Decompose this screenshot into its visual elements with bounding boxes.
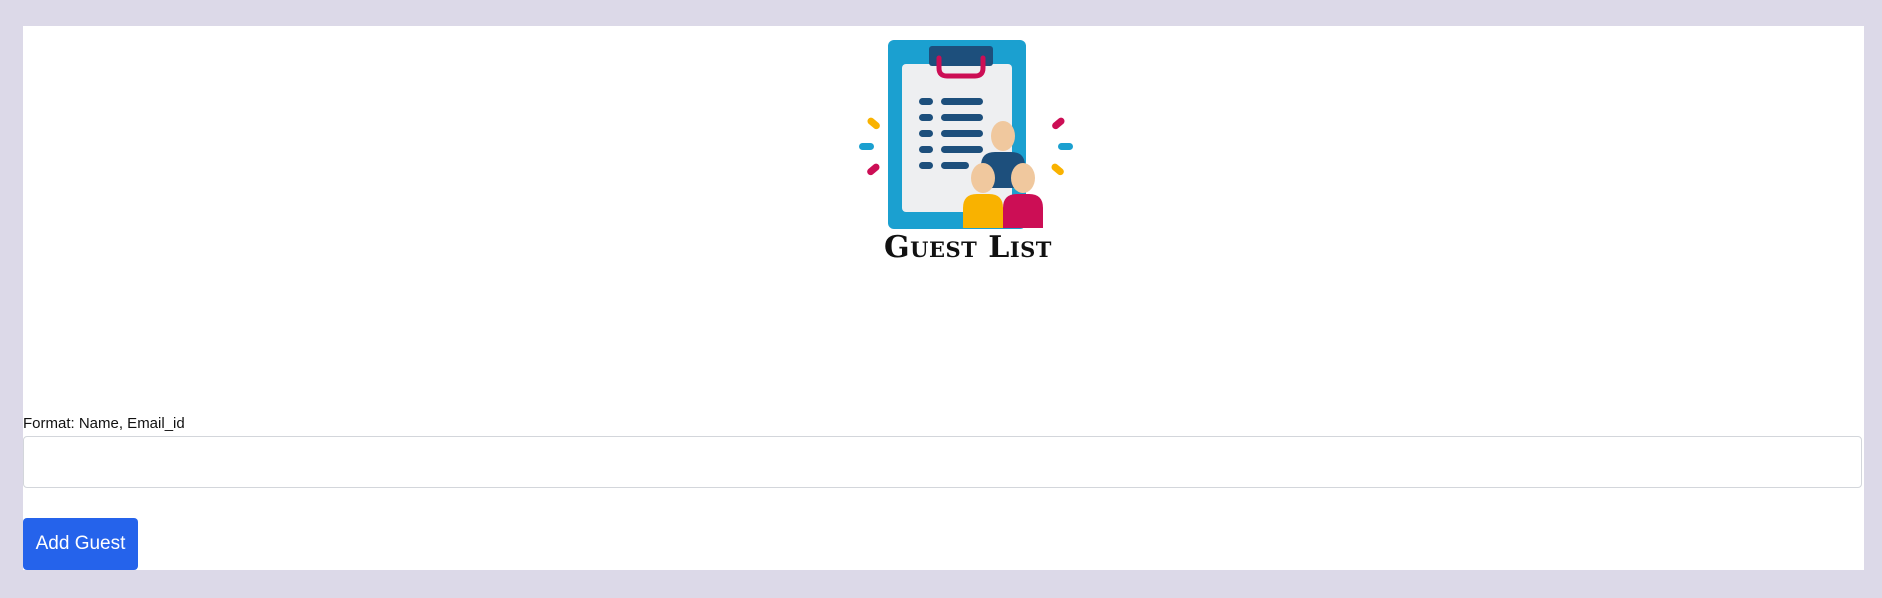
guest-input[interactable]	[23, 436, 1862, 488]
format-hint-label: Format: Name, Email_id	[23, 415, 185, 432]
main-card: Guest List Format: Name, Email_id Add Gu…	[23, 26, 1864, 570]
logo-title: Guest List	[884, 230, 1052, 265]
clipboard-guests-icon	[859, 40, 1073, 229]
add-guest-button[interactable]: Add Guest	[23, 518, 138, 570]
guest-list-logo: Guest List	[853, 38, 1083, 298]
